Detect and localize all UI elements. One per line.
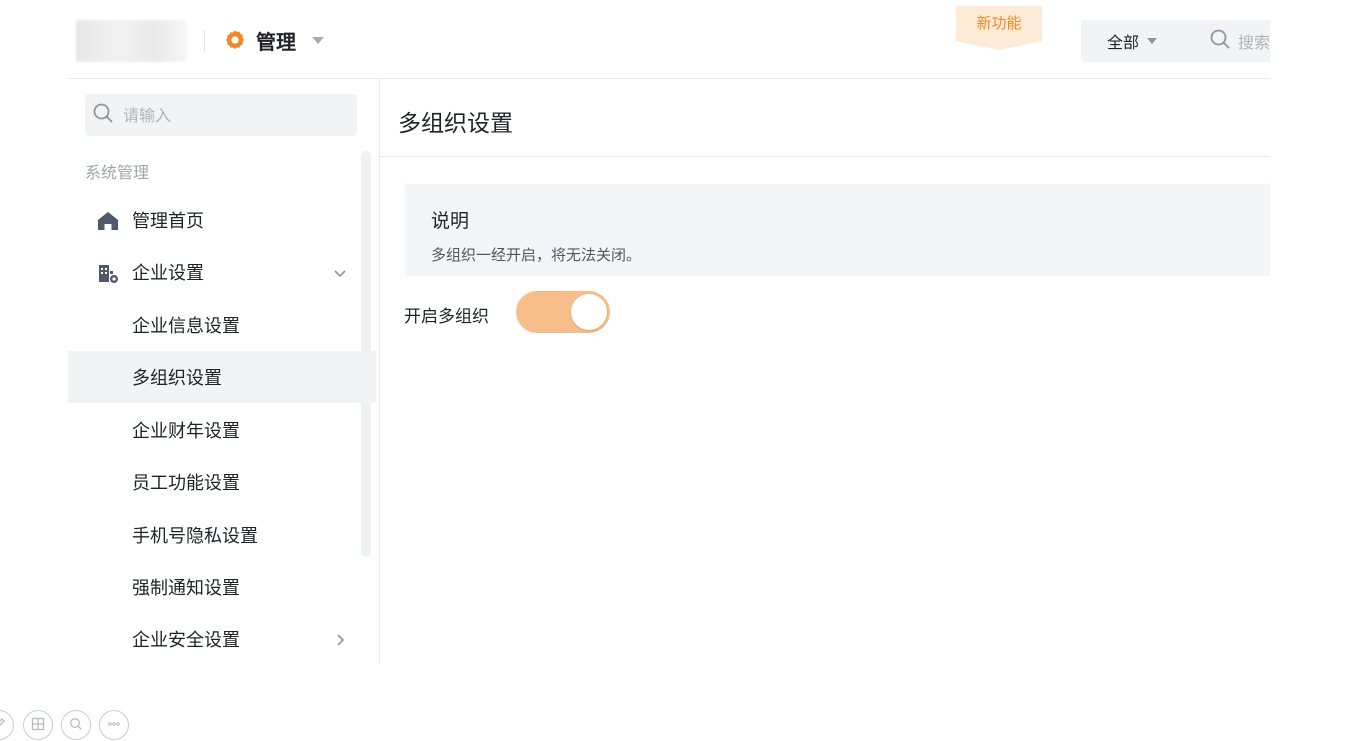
notice-title: 说明 (431, 210, 470, 232)
sidebar-item-label: 员工功能设置 (132, 473, 240, 494)
layout-button[interactable] (23, 710, 53, 740)
edit-icon (0, 716, 6, 735)
global-search: 全部 搜索 (1081, 20, 1270, 62)
sidebar-item-forced-notice[interactable]: 强制通知设置 (68, 561, 376, 613)
chevron-down-icon (333, 264, 347, 285)
sidebar-item-label: 强制通知设置 (132, 578, 240, 599)
sidebar-item-enterprise-settings[interactable]: 企业设置 (68, 246, 376, 298)
global-search-input[interactable]: 搜索 (1194, 29, 1270, 53)
sidebar-item-fiscal-year[interactable]: 企业财年设置 (68, 404, 376, 456)
notice-box: 说明 多组织一经开启，将无法关闭。 (405, 184, 1270, 276)
gear-icon (224, 29, 246, 51)
sidebar-item-label: 企业信息设置 (132, 316, 240, 337)
edit-button[interactable] (0, 710, 14, 740)
search-icon (1210, 29, 1230, 53)
layout-icon (31, 716, 45, 735)
chevron-right-icon (333, 631, 347, 652)
chevron-down-icon (1147, 38, 1158, 44)
chevron-down-icon (312, 36, 324, 44)
company-logo[interactable] (76, 20, 186, 62)
top-header: 管理 新功能 全部 搜索 (68, 0, 1270, 79)
header-divider (204, 30, 205, 52)
admin-switcher[interactable]: 管理 (224, 24, 324, 56)
building-settings-icon (97, 262, 119, 284)
title-divider (380, 156, 1270, 157)
admin-label: 管理 (256, 29, 296, 54)
sidebar-search-input[interactable] (121, 104, 345, 126)
sidebar-item-enterprise-info[interactable]: 企业信息设置 (68, 299, 376, 351)
search-icon (85, 103, 113, 127)
section-title: 系统管理 (85, 163, 150, 182)
sidebar-item-label: 管理首页 (132, 211, 204, 232)
sidebar-item-label: 多组织设置 (132, 368, 222, 389)
toggle-label: 开启多组织 (404, 307, 489, 327)
zoom-icon (69, 716, 83, 735)
sidebar-item-admin-home[interactable]: 管理首页 (68, 194, 376, 246)
bottom-toolbar (0, 710, 144, 740)
search-scope-label: 全部 (1107, 33, 1140, 52)
admin-app: 管理 新功能 全部 搜索 系统管理 (68, 0, 1270, 663)
sidebar-item-security[interactable]: 企业安全设置 (68, 613, 376, 663)
sidebar-item-label: 企业安全设置 (132, 630, 240, 651)
sidebar-search (85, 94, 357, 136)
sidebar-item-label: 企业设置 (132, 263, 204, 284)
main-content: 多组织设置 说明 多组织一经开启，将无法关闭。 开启多组织 (380, 79, 1270, 663)
global-search-placeholder: 搜索 (1237, 33, 1270, 52)
more-icon (107, 716, 121, 735)
sidebar-item-phone-privacy[interactable]: 手机号隐私设置 (68, 509, 376, 561)
search-scope-select[interactable]: 全部 (1081, 29, 1194, 53)
toggle-knob (571, 294, 607, 330)
home-icon (97, 210, 119, 232)
sidebar-item-multi-org[interactable]: 多组织设置 (68, 351, 376, 403)
new-feature-badge[interactable]: 新功能 (956, 6, 1042, 50)
notice-text: 多组织一经开启，将无法关闭。 (431, 246, 642, 264)
multi-org-toggle[interactable] (516, 291, 610, 333)
sidebar: 系统管理 管理首页 企业设置 企 (68, 79, 380, 663)
sidebar-item-employee-features[interactable]: 员工功能设置 (68, 456, 376, 508)
sidebar-item-label: 企业财年设置 (132, 421, 240, 442)
more-button[interactable] (99, 710, 129, 740)
sidebar-item-label: 手机号隐私设置 (132, 526, 258, 547)
zoom-button[interactable] (61, 710, 91, 740)
page-title: 多组织设置 (398, 111, 513, 137)
